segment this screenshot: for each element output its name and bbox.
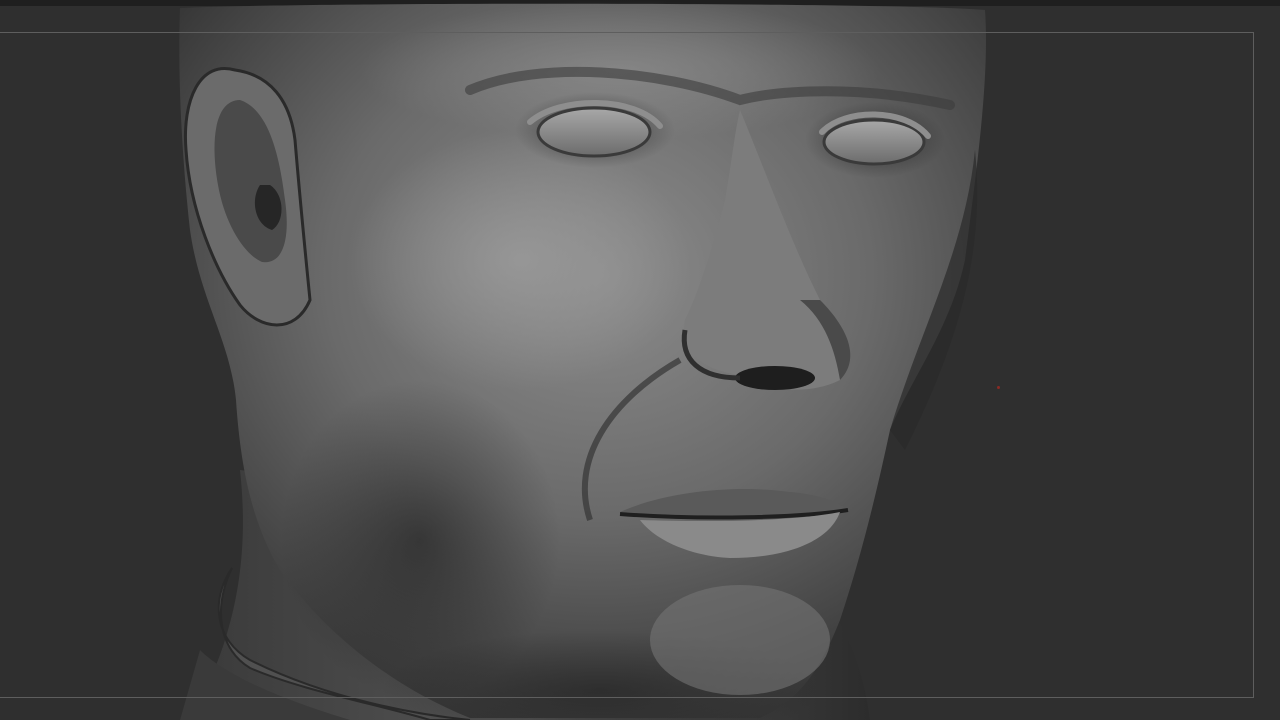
- sculpted-head-model[interactable]: [0, 0, 1280, 720]
- brush-cursor-marker: [997, 386, 1000, 389]
- chin: [650, 585, 830, 695]
- cheek-highlight: [350, 130, 690, 390]
- sculpt-viewport[interactable]: [0, 0, 1280, 720]
- nostril: [735, 366, 815, 390]
- left-eye: [536, 106, 652, 158]
- right-eye: [822, 118, 926, 166]
